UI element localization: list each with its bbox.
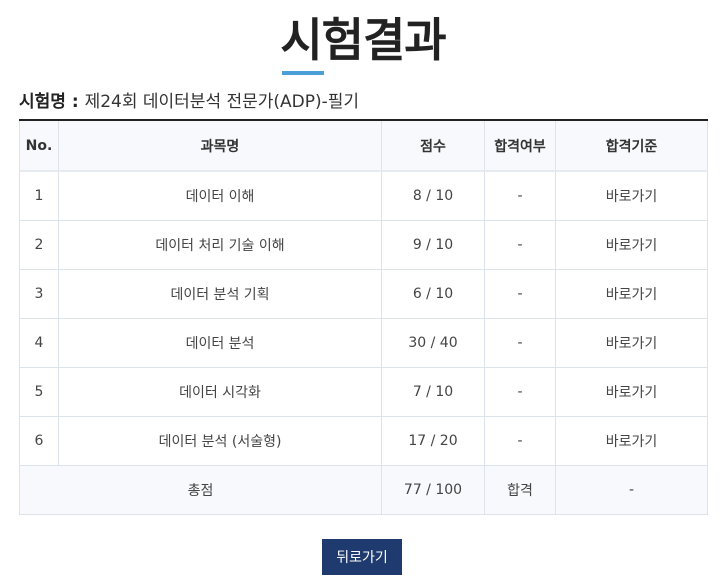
title-underline-accent xyxy=(282,71,324,75)
row-pass: - xyxy=(484,269,556,319)
header-no: No. xyxy=(19,119,59,172)
total-label: 총점 xyxy=(19,465,382,515)
table-header-row: No. 과목명 점수 합격여부 합격기준 xyxy=(19,119,708,172)
row-pass: - xyxy=(484,318,556,368)
table-row: 3 데이터 분석 기획 6 / 10 - 바로가기 xyxy=(19,269,708,319)
row-criteria-cell: 바로가기 xyxy=(555,416,708,466)
row-pass: - xyxy=(484,367,556,417)
total-row: 총점 77 / 100 합격 - xyxy=(19,465,708,515)
header-subject: 과목명 xyxy=(58,119,382,172)
page-title-first-char: 시 xyxy=(280,8,324,75)
page-title: 시 험결과 xyxy=(0,8,726,75)
result-table: No. 과목명 점수 합격여부 합격기준 1 데이터 이해 8 / 10 - 바… xyxy=(19,119,708,515)
row-subject: 데이터 시각화 xyxy=(58,367,382,417)
table-row: 5 데이터 시각화 7 / 10 - 바로가기 xyxy=(19,367,708,417)
row-score: 30 / 40 xyxy=(381,318,485,368)
row-score: 9 / 10 xyxy=(381,220,485,270)
row-score: 8 / 10 xyxy=(381,170,485,221)
total-pass: 합격 xyxy=(484,465,556,515)
criteria-link[interactable]: 바로가기 xyxy=(606,287,658,303)
row-subject: 데이터 이해 xyxy=(58,170,382,221)
exam-name-label: 시험명 xyxy=(19,92,66,112)
table-row: 4 데이터 분석 30 / 40 - 바로가기 xyxy=(19,318,708,368)
row-pass: - xyxy=(484,170,556,221)
row-no: 2 xyxy=(19,220,59,270)
row-subject: 데이터 분석 (서술형) xyxy=(58,416,382,466)
row-score: 7 / 10 xyxy=(381,367,485,417)
row-criteria-cell: 바로가기 xyxy=(555,367,708,417)
table-row: 2 데이터 처리 기술 이해 9 / 10 - 바로가기 xyxy=(19,220,708,270)
row-no: 4 xyxy=(19,318,59,368)
row-subject: 데이터 분석 xyxy=(58,318,382,368)
total-score: 77 / 100 xyxy=(381,465,485,515)
row-no: 1 xyxy=(19,170,59,221)
criteria-link[interactable]: 바로가기 xyxy=(606,189,658,205)
row-score: 6 / 10 xyxy=(381,269,485,319)
criteria-link[interactable]: 바로가기 xyxy=(606,385,658,401)
back-button[interactable]: 뒤로가기 xyxy=(322,539,402,575)
row-no: 5 xyxy=(19,367,59,417)
header-criteria: 합격기준 xyxy=(555,119,708,172)
exam-name-separator: : xyxy=(65,92,85,112)
exam-name-row: 시험명 : 제24회 데이터분석 전문가(ADP)-필기 xyxy=(19,90,359,114)
criteria-link[interactable]: 바로가기 xyxy=(606,238,658,254)
row-no: 3 xyxy=(19,269,59,319)
row-no: 6 xyxy=(19,416,59,466)
row-score: 17 / 20 xyxy=(381,416,485,466)
table-row: 6 데이터 분석 (서술형) 17 / 20 - 바로가기 xyxy=(19,416,708,466)
total-criteria: - xyxy=(555,465,708,515)
row-criteria-cell: 바로가기 xyxy=(555,318,708,368)
page-title-first-text: 시 xyxy=(280,13,322,67)
row-pass: - xyxy=(484,220,556,270)
row-criteria-cell: 바로가기 xyxy=(555,220,708,270)
criteria-link[interactable]: 바로가기 xyxy=(606,434,658,450)
row-subject: 데이터 처리 기술 이해 xyxy=(58,220,382,270)
row-subject: 데이터 분석 기획 xyxy=(58,269,382,319)
table-row: 1 데이터 이해 8 / 10 - 바로가기 xyxy=(19,170,708,221)
criteria-link[interactable]: 바로가기 xyxy=(606,336,658,352)
row-criteria-cell: 바로가기 xyxy=(555,269,708,319)
header-score: 점수 xyxy=(381,119,485,172)
exam-name-value: 제24회 데이터분석 전문가(ADP)-필기 xyxy=(84,92,360,112)
row-pass: - xyxy=(484,416,556,466)
page-title-rest: 험결과 xyxy=(321,13,447,67)
header-pass: 합격여부 xyxy=(484,119,556,172)
row-criteria-cell: 바로가기 xyxy=(555,170,708,221)
